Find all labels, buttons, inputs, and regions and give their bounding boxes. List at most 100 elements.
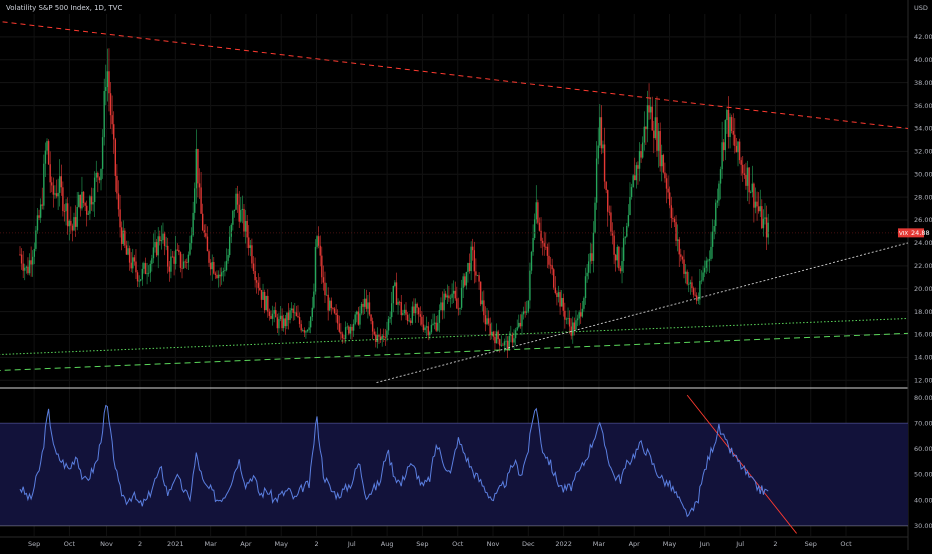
candle-body xyxy=(62,187,64,211)
candle-body xyxy=(529,270,531,301)
candle-body xyxy=(394,282,396,286)
candle-body xyxy=(707,260,709,262)
candle-body xyxy=(38,215,40,218)
candle-body xyxy=(324,282,326,296)
candle-body xyxy=(257,282,259,288)
candle-body xyxy=(634,175,636,181)
candle-body xyxy=(456,298,458,309)
candle-body xyxy=(638,151,641,169)
candle-body xyxy=(621,261,623,272)
candle-body xyxy=(217,274,220,279)
candle-body xyxy=(101,137,104,169)
price-tick-label: 12.00 xyxy=(914,376,932,384)
candle-body xyxy=(697,299,699,301)
candle-body xyxy=(537,202,539,223)
candle-body xyxy=(632,175,634,188)
candle-body xyxy=(127,248,129,255)
candle-body xyxy=(470,246,472,272)
candle-body xyxy=(653,130,655,139)
candle-body xyxy=(568,318,571,327)
candle-body xyxy=(49,164,51,183)
candle-body xyxy=(47,141,50,165)
candle-body xyxy=(249,245,252,248)
candle-body xyxy=(757,206,760,212)
candle-body xyxy=(476,275,479,277)
candle-body xyxy=(662,154,665,173)
candle-body xyxy=(446,295,449,298)
rsi-tick-label: 40.00 xyxy=(914,496,932,504)
candle-body xyxy=(333,308,336,314)
candle-body xyxy=(694,294,696,296)
candle-body xyxy=(197,148,199,184)
candle-body xyxy=(279,315,282,320)
candle-body xyxy=(243,208,245,232)
vix-chart[interactable]: 42.00 40.00 38.00 36.00 34.00 32.00 30.00 28.00… xyxy=(0,0,932,550)
candle-body xyxy=(219,274,221,277)
candle-body xyxy=(100,168,102,181)
candle-body xyxy=(233,209,236,211)
candle-body xyxy=(557,292,560,297)
candle-body xyxy=(648,105,650,113)
candle-body xyxy=(513,338,515,343)
candle-body xyxy=(448,295,450,299)
time-tick-label: 2022 xyxy=(555,540,572,548)
candle-body xyxy=(276,317,279,329)
candle-body xyxy=(438,310,441,323)
candle-body xyxy=(340,331,342,334)
candle-body xyxy=(254,271,256,281)
candle-body xyxy=(418,307,420,315)
candle-body xyxy=(522,311,525,315)
candle-body xyxy=(227,255,229,261)
candle-body xyxy=(584,276,587,299)
candle-body xyxy=(680,254,682,257)
candle-body xyxy=(92,202,94,205)
candle-body xyxy=(19,254,21,256)
candle-body xyxy=(273,310,275,314)
candle-body xyxy=(667,188,669,193)
candle-body xyxy=(654,117,657,139)
candle-body xyxy=(57,192,59,197)
candle-body xyxy=(259,287,261,291)
candle-body xyxy=(641,142,644,158)
candle-body xyxy=(668,192,671,206)
candle-body xyxy=(516,327,518,331)
candle-body xyxy=(526,311,528,313)
candle-body xyxy=(171,256,174,258)
candle-body xyxy=(224,270,226,272)
price-tick-label: 30.00 xyxy=(914,170,932,178)
candle-body xyxy=(700,280,703,282)
candle-body xyxy=(128,248,131,263)
candle-body xyxy=(389,317,391,319)
candle-body xyxy=(478,275,480,282)
candle-body xyxy=(120,227,123,244)
candle-body xyxy=(589,253,591,262)
candle-body xyxy=(681,256,684,260)
candle-body xyxy=(521,314,523,327)
candle-body xyxy=(564,310,566,320)
candle-body xyxy=(600,117,603,149)
candle-body xyxy=(154,242,156,248)
candle-body xyxy=(618,246,620,269)
candle-body xyxy=(548,255,550,265)
candle-body xyxy=(397,301,399,305)
candle-body xyxy=(433,322,436,324)
candle-body xyxy=(467,263,469,272)
candle-body xyxy=(105,87,107,92)
candle-body xyxy=(348,326,350,334)
candle-body xyxy=(699,280,701,300)
candle-body xyxy=(132,257,134,269)
candle-body xyxy=(214,273,217,275)
candle-body xyxy=(427,326,429,336)
candle-body xyxy=(443,293,445,311)
candle-body xyxy=(54,193,56,195)
candle-body xyxy=(235,193,237,210)
candle-body xyxy=(595,158,598,203)
candle-body xyxy=(190,235,193,244)
candle-body xyxy=(546,246,549,256)
chart-area[interactable]: 42.00 40.00 38.00 36.00 34.00 32.00 30.00 28.00… xyxy=(0,0,932,550)
candle-body xyxy=(445,293,447,298)
candle-body xyxy=(222,271,225,273)
candle-body xyxy=(661,154,663,167)
candle-body xyxy=(278,319,280,329)
candle-body xyxy=(378,335,380,337)
